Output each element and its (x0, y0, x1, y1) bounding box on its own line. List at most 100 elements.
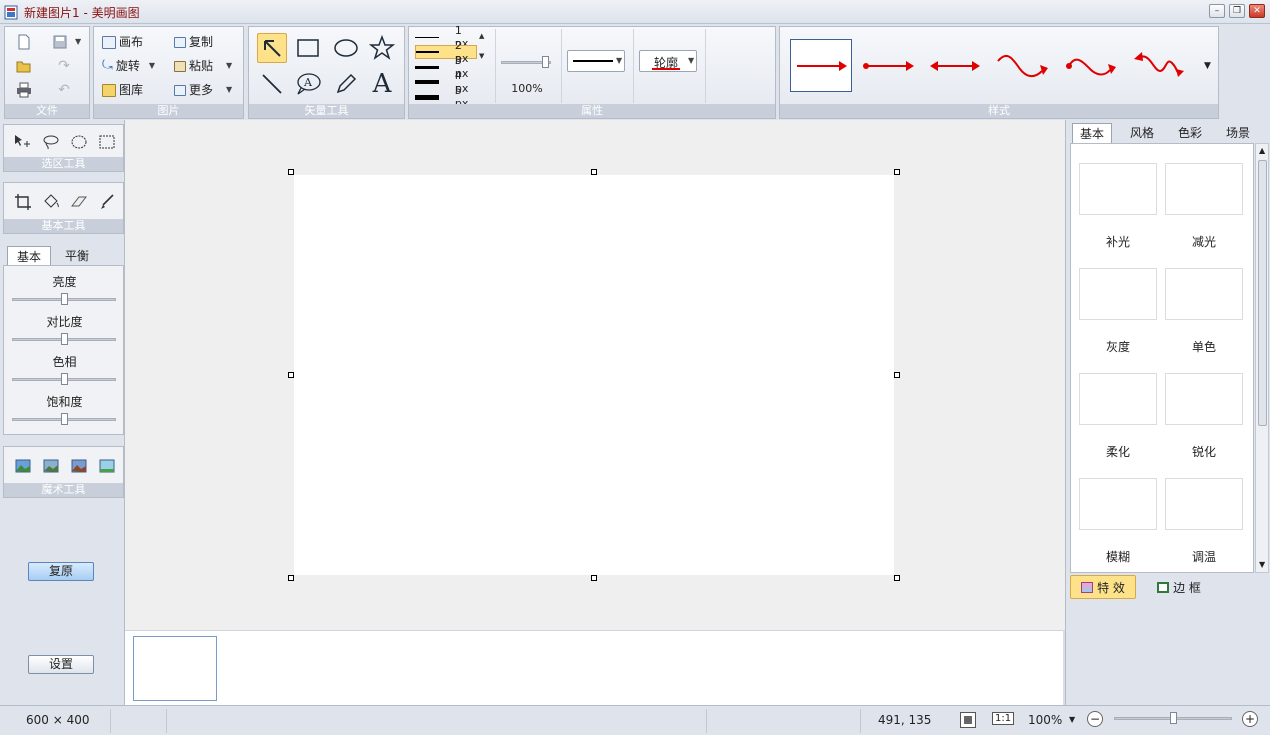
redo-icon[interactable]: ↷ (53, 55, 75, 77)
style-more-dropdown-icon[interactable]: ▼ (1204, 61, 1211, 71)
zoom-slider[interactable] (1114, 712, 1232, 724)
style-curl-arrow[interactable] (1130, 39, 1190, 92)
fit-window-icon[interactable] (960, 712, 976, 728)
contrast-slider[interactable] (12, 333, 116, 345)
hue-slider[interactable] (12, 373, 116, 385)
line-tool-icon[interactable] (257, 69, 287, 99)
print-icon[interactable] (13, 79, 35, 101)
style-wave-arrow[interactable] (994, 39, 1054, 92)
move-select-icon[interactable] (12, 131, 34, 153)
new-file-icon[interactable] (13, 31, 35, 53)
tab-effects-style[interactable]: 风格 (1122, 123, 1162, 143)
style-arrow-selected[interactable] (790, 39, 852, 92)
more-dropdown-icon[interactable]: ▼ (226, 80, 232, 100)
rectangle-tool-icon[interactable] (293, 33, 323, 63)
outline-dropdown[interactable]: 轮廓 ▼ (639, 50, 697, 72)
image-thumbnail[interactable] (133, 636, 217, 701)
line-width-scroll[interactable]: ▲ ▼ (479, 31, 484, 61)
speech-bubble-tool-icon[interactable]: A (293, 69, 323, 99)
paste-dropdown-icon[interactable]: ▼ (226, 56, 232, 76)
contrast-slider-thumb[interactable] (61, 333, 68, 345)
effects-scrollbar[interactable]: ▲ ▼ (1255, 143, 1269, 573)
hue-slider-thumb[interactable] (61, 373, 68, 385)
rotate-button[interactable]: ⤿ 旋转 ▼ (102, 56, 155, 76)
fill-bucket-icon[interactable] (40, 191, 62, 213)
magic-landscape-icon[interactable] (12, 455, 34, 477)
ellipse-tool-icon[interactable] (331, 33, 361, 63)
rect-select-icon[interactable] (96, 131, 118, 153)
border-tab-button[interactable]: 边 框 (1146, 575, 1212, 599)
zoom-in-button[interactable]: + (1242, 711, 1258, 727)
effect-thumbnail[interactable] (1079, 268, 1157, 320)
actual-size-button[interactable]: 1:1 (992, 712, 1015, 725)
tab-basic[interactable]: 基本 (7, 246, 51, 266)
paste-button[interactable]: 粘贴 ▼ (174, 56, 232, 76)
line-style-dropdown[interactable]: ▼ (567, 50, 625, 72)
eraser-icon[interactable] (68, 191, 90, 213)
resize-handle-top-left[interactable] (288, 169, 294, 175)
lasso-select-icon[interactable] (40, 131, 62, 153)
resize-handle-bottom-left[interactable] (288, 575, 294, 581)
star-tool-icon[interactable] (367, 33, 397, 63)
zoom-level[interactable]: 100% (1028, 713, 1062, 727)
maximize-button[interactable]: ❐ (1229, 4, 1245, 18)
rotate-dropdown-icon[interactable]: ▼ (149, 56, 155, 76)
effect-thumbnail[interactable] (1165, 478, 1243, 530)
saturation-slider-thumb[interactable] (61, 413, 68, 425)
more-button[interactable]: 更多 ▼ (174, 80, 232, 100)
library-button[interactable]: 图库 (102, 80, 143, 100)
zoom-slider-thumb[interactable] (1170, 712, 1177, 724)
effect-thumbnail[interactable] (1165, 373, 1243, 425)
style-dot-arrow[interactable] (858, 39, 918, 92)
arrow-tool-icon[interactable] (257, 33, 287, 63)
crop-icon[interactable] (12, 191, 34, 213)
save-dropdown-icon[interactable]: ▼ (75, 37, 81, 46)
close-button[interactable]: ✕ (1249, 4, 1265, 18)
tab-effects-color[interactable]: 色彩 (1170, 123, 1210, 143)
scrollbar-thumb[interactable] (1258, 160, 1267, 426)
reset-button[interactable]: 复原 (28, 562, 94, 581)
resize-handle-left[interactable] (288, 372, 294, 378)
zoom-out-button[interactable]: − (1087, 711, 1103, 727)
effect-thumbnail[interactable] (1079, 478, 1157, 530)
style-double-arrow[interactable] (926, 39, 986, 92)
resize-handle-right[interactable] (894, 372, 900, 378)
tab-effects-basic[interactable]: 基本 (1072, 123, 1112, 143)
open-folder-icon[interactable] (13, 55, 35, 77)
tab-balance[interactable]: 平衡 (55, 246, 99, 266)
brightness-slider[interactable] (12, 293, 116, 305)
style-dot-wave-arrow[interactable] (1062, 39, 1122, 92)
line-width-5px[interactable]: 5 px (415, 84, 477, 110)
copy-button[interactable]: 复制 (174, 32, 213, 52)
resize-handle-bottom[interactable] (591, 575, 597, 581)
scroll-up-icon[interactable]: ▲ (1259, 146, 1265, 155)
text-tool-icon[interactable]: A (367, 69, 397, 99)
effect-thumbnail[interactable] (1165, 268, 1243, 320)
resize-handle-top[interactable] (591, 169, 597, 175)
resize-handle-bottom-right[interactable] (894, 575, 900, 581)
opacity-slider[interactable] (501, 56, 551, 68)
settings-button[interactable]: 设置 (28, 655, 94, 674)
magic-sunset-icon[interactable] (68, 455, 90, 477)
zoom-dropdown-icon[interactable]: ▼ (1069, 715, 1075, 724)
canvas-button[interactable]: 画布 (102, 32, 143, 52)
opacity-slider-thumb[interactable] (542, 56, 549, 68)
effect-thumbnail[interactable] (1165, 163, 1243, 215)
scroll-down-icon[interactable]: ▼ (1259, 560, 1265, 569)
tab-effects-scene[interactable]: 场景 (1218, 123, 1258, 143)
effect-thumbnail[interactable] (1079, 163, 1157, 215)
effect-thumbnail[interactable] (1079, 373, 1157, 425)
ellipse-select-icon[interactable] (68, 131, 90, 153)
saturation-slider[interactable] (12, 413, 116, 425)
save-icon[interactable] (49, 31, 71, 53)
magic-color-icon[interactable] (96, 455, 118, 477)
brush-icon[interactable] (96, 191, 118, 213)
pencil-tool-icon[interactable] (331, 69, 361, 99)
brightness-slider-thumb[interactable] (61, 293, 68, 305)
resize-handle-top-right[interactable] (894, 169, 900, 175)
magic-portrait-icon[interactable] (40, 455, 62, 477)
effects-tab-button[interactable]: 特 效 (1070, 575, 1136, 599)
drawing-canvas[interactable] (294, 175, 894, 575)
undo-icon[interactable]: ↶ (53, 79, 75, 101)
minimize-button[interactable]: – (1209, 4, 1225, 18)
